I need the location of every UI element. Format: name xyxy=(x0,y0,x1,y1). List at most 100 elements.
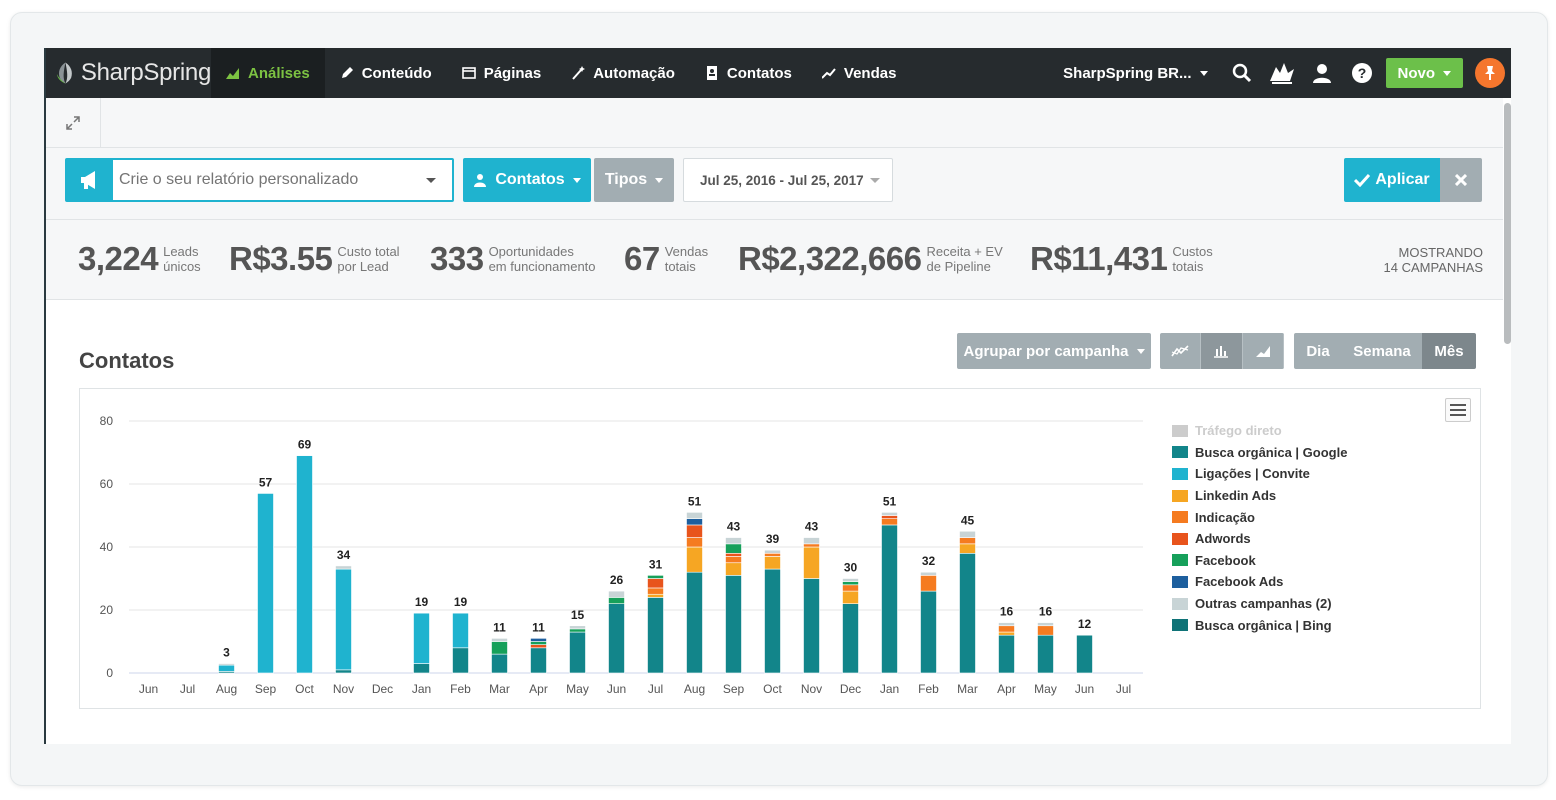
x-tick-label: Jan xyxy=(880,682,899,696)
account-name: SharpSpring BR... xyxy=(1063,64,1192,82)
period-semana[interactable]: Semana xyxy=(1342,333,1422,369)
legend-item[interactable]: Adwords xyxy=(1172,528,1412,550)
x-tick-label: Apr xyxy=(997,682,1016,696)
bar-segment xyxy=(608,597,625,604)
chart-menu-button[interactable] xyxy=(1445,398,1471,422)
area-chart-button[interactable] xyxy=(1242,333,1284,369)
data-label: 30 xyxy=(844,561,858,575)
profile-button[interactable] xyxy=(1302,48,1342,98)
legend-swatch xyxy=(1172,619,1188,632)
x-tick-label: Mar xyxy=(957,682,978,696)
data-label: 39 xyxy=(766,532,780,546)
y-tick-label: 0 xyxy=(106,666,113,680)
apply-label: Aplicar xyxy=(1375,171,1430,188)
legend-item[interactable]: Busca orgânica | Google xyxy=(1172,442,1412,464)
tipos-dropdown[interactable]: Tipos xyxy=(594,158,674,202)
chart-type-toggle xyxy=(1160,333,1284,369)
period-mes[interactable]: Mês xyxy=(1422,333,1476,369)
group-by-dropdown[interactable]: Agrupar por campanha xyxy=(957,333,1151,369)
nav-contatos[interactable]: Contatos xyxy=(690,48,807,98)
legend-item[interactable]: Busca orgânica | Bing xyxy=(1172,614,1412,636)
expand-icon xyxy=(66,116,80,130)
legend-item[interactable]: Tráfego direto xyxy=(1172,420,1412,442)
bar-segment xyxy=(647,587,664,595)
legend-item[interactable]: Ligações | Convite xyxy=(1172,463,1412,485)
legend-label: Adwords xyxy=(1195,531,1251,547)
legend-item[interactable]: Linkedin Ads xyxy=(1172,485,1412,507)
apply-button[interactable]: Aplicar xyxy=(1344,158,1440,202)
data-label: 57 xyxy=(259,475,273,489)
hamburger-icon xyxy=(1450,414,1466,416)
bar-segment xyxy=(608,590,625,598)
chevron-down-icon xyxy=(655,177,664,183)
period-dia[interactable]: Dia xyxy=(1294,333,1342,369)
contatos-dropdown[interactable]: Contatos xyxy=(463,158,591,202)
legend-swatch xyxy=(1172,446,1188,459)
custom-report-input[interactable] xyxy=(113,171,426,189)
contatos-chart: 0 20 40 60 80 Jun Jul 3 Aug 57 Sep 69 Oct 34 Nov Dec 19 J… xyxy=(100,414,1143,696)
help-button[interactable]: ? xyxy=(1342,48,1382,98)
x-tick-label: Nov xyxy=(333,682,354,696)
x-tick-label: Oct xyxy=(295,682,314,696)
bar-segment xyxy=(530,638,547,642)
account-switcher[interactable]: SharpSpring BR... xyxy=(1063,64,1208,82)
bar-segment xyxy=(569,631,586,674)
chevron-down-icon xyxy=(426,177,436,183)
pin-button[interactable] xyxy=(1475,58,1505,88)
legend-swatch xyxy=(1172,597,1188,610)
legend-swatch xyxy=(1172,424,1188,437)
stat-label-line1: Oportunidades xyxy=(488,244,574,259)
section-title: Contatos xyxy=(79,348,175,373)
wand-icon xyxy=(572,66,586,80)
search-button[interactable] xyxy=(1222,48,1262,98)
nav-conteudo[interactable]: Conteúdo xyxy=(325,48,447,98)
novo-label: Novo xyxy=(1397,64,1436,82)
social-button[interactable] xyxy=(1262,48,1302,98)
scrollbar[interactable] xyxy=(1504,103,1511,344)
novo-button[interactable]: Novo xyxy=(1385,58,1463,88)
stat-costs: R$11,431 Custos totais xyxy=(1030,240,1292,278)
bar-segment xyxy=(725,575,742,674)
x-tick-label: Aug xyxy=(684,682,705,696)
legend-item[interactable]: Facebook Ads xyxy=(1172,571,1412,593)
bar-segment xyxy=(764,553,781,557)
legend-label: Outras campanhas (2) xyxy=(1195,596,1332,612)
sharpspring-logo-icon xyxy=(56,62,72,84)
nav-paginas[interactable]: Páginas xyxy=(447,48,557,98)
x-tick-label: Sep xyxy=(255,682,277,696)
nav-automacao[interactable]: Automação xyxy=(556,48,690,98)
app-window: SharpSpring Análises Conteúdo Páginas Au… xyxy=(44,48,1511,744)
bar-segment xyxy=(296,455,313,674)
x-tick-label: Jan xyxy=(412,682,431,696)
line-chart-button[interactable] xyxy=(1160,333,1202,369)
nav-contatos-label: Contatos xyxy=(726,64,792,82)
date-range-value: Jul 25, 2016 - Jul 25, 2017 xyxy=(700,172,864,188)
stat-label-line1: Receita + EV xyxy=(926,244,1003,259)
stat-label: Oportunidades em funcionamento xyxy=(489,244,609,274)
date-range-picker[interactable]: Jul 25, 2016 - Jul 25, 2017 xyxy=(683,158,893,202)
clear-button[interactable] xyxy=(1440,158,1482,202)
nav-analises[interactable]: Análises xyxy=(211,48,325,98)
data-label: 26 xyxy=(610,573,624,587)
nav-vendas[interactable]: Vendas xyxy=(807,48,912,98)
custom-report-select[interactable] xyxy=(65,158,454,202)
bar-segment xyxy=(998,625,1015,633)
data-label: 11 xyxy=(532,620,545,634)
legend-item[interactable]: Indicação xyxy=(1172,506,1412,528)
bar-segment xyxy=(998,631,1015,636)
bar-chart-button[interactable] xyxy=(1201,333,1243,369)
bar-segment xyxy=(218,664,235,672)
x-tick-label: Apr xyxy=(529,682,548,696)
stat-value: 67 xyxy=(624,240,660,277)
bar-segment xyxy=(842,578,859,582)
x-tick-label: Oct xyxy=(763,682,782,696)
logo[interactable]: SharpSpring xyxy=(46,48,211,98)
legend-item[interactable]: Facebook xyxy=(1172,550,1412,572)
y-tick-label: 20 xyxy=(100,603,114,617)
contatos-label: Contatos xyxy=(495,171,565,188)
legend-item[interactable]: Outras campanhas (2) xyxy=(1172,593,1412,615)
trend-icon xyxy=(821,68,836,79)
bar-segment xyxy=(725,543,742,554)
expand-button[interactable] xyxy=(46,98,101,148)
data-label: 43 xyxy=(727,520,741,534)
